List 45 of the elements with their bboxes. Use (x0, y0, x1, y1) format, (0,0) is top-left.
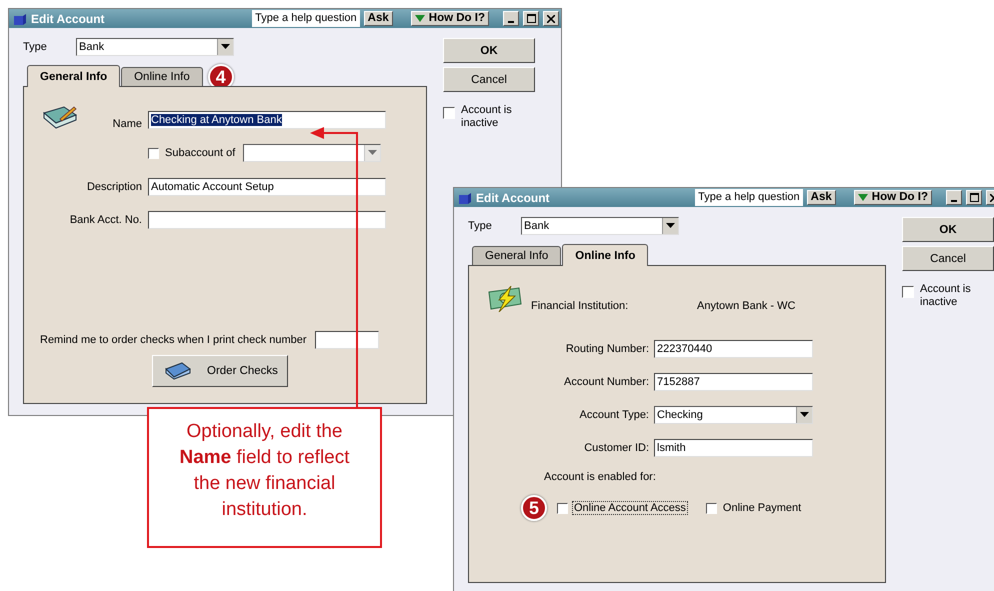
help-search-field[interactable]: Type a help question (252, 10, 360, 27)
tab[interactable]: General Info (27, 65, 120, 87)
dialog-button[interactable]: Cancel (902, 246, 994, 271)
subaccount-label: Subaccount of (165, 147, 236, 159)
type-label: Type (23, 40, 48, 52)
input-field[interactable]: 7152887 (654, 373, 813, 391)
how-do-i-button[interactable]: How Do I? (854, 190, 932, 205)
dialog-button[interactable]: OK (902, 217, 994, 242)
dialog-button[interactable]: Cancel (443, 67, 535, 92)
tab[interactable]: General Info (472, 246, 562, 265)
name-label: Name (112, 117, 142, 130)
input-field[interactable]: lsmith (654, 439, 813, 457)
help-search-field[interactable]: Type a help question (695, 189, 803, 206)
how-do-i-button[interactable]: How Do I? (410, 11, 489, 26)
account-type-dropdown[interactable]: Checking (654, 406, 813, 424)
type-label: Type (468, 220, 493, 232)
input-field[interactable]: 222370440 (654, 340, 813, 358)
step-badge: 5 (521, 495, 547, 521)
financial-institution-value: Anytown Bank - WC (697, 300, 796, 312)
dialog-button[interactable]: OK (443, 38, 535, 63)
tab[interactable]: Online Info (562, 244, 648, 266)
inactive-label: Account is inactive (461, 104, 513, 130)
tab[interactable]: Online Info (121, 67, 203, 86)
description-field[interactable]: Automatic Account Setup (148, 178, 386, 196)
ask-button[interactable]: Ask (806, 190, 836, 205)
field-label: Customer ID: (583, 442, 650, 454)
type-dropdown[interactable]: Bank (521, 216, 679, 234)
bank-account-number-label: Bank Acct. No. (68, 214, 143, 226)
description-label: Description (86, 181, 143, 193)
window-title: Edit Account (476, 190, 550, 204)
financial-institution-label: Financial Institution: (531, 300, 630, 312)
order-checks-button[interactable]: Order Checks (152, 355, 288, 387)
field-label: Routing Number: (564, 343, 650, 355)
field-label: Account Number: (563, 376, 650, 388)
checkbox-label: Online Payment (722, 501, 802, 515)
window-title: Edit Account (31, 12, 105, 26)
inactive-label: Account is inactive (920, 283, 972, 309)
checkbox-label: Online Account Access (572, 501, 688, 515)
name-field[interactable]: Checking at Anytown Bank (148, 111, 386, 129)
field-label: Account Type: (578, 409, 650, 421)
remind-label: Remind me to order checks when I print check number (40, 334, 307, 346)
callout-text: Optionally, edit the Name field to reflect the new financial institution. (178, 420, 351, 522)
type-dropdown[interactable]: Bank (76, 38, 234, 56)
ask-button[interactable]: Ask (364, 11, 393, 26)
enabled-for-label: Account is enabled for: (544, 471, 657, 483)
